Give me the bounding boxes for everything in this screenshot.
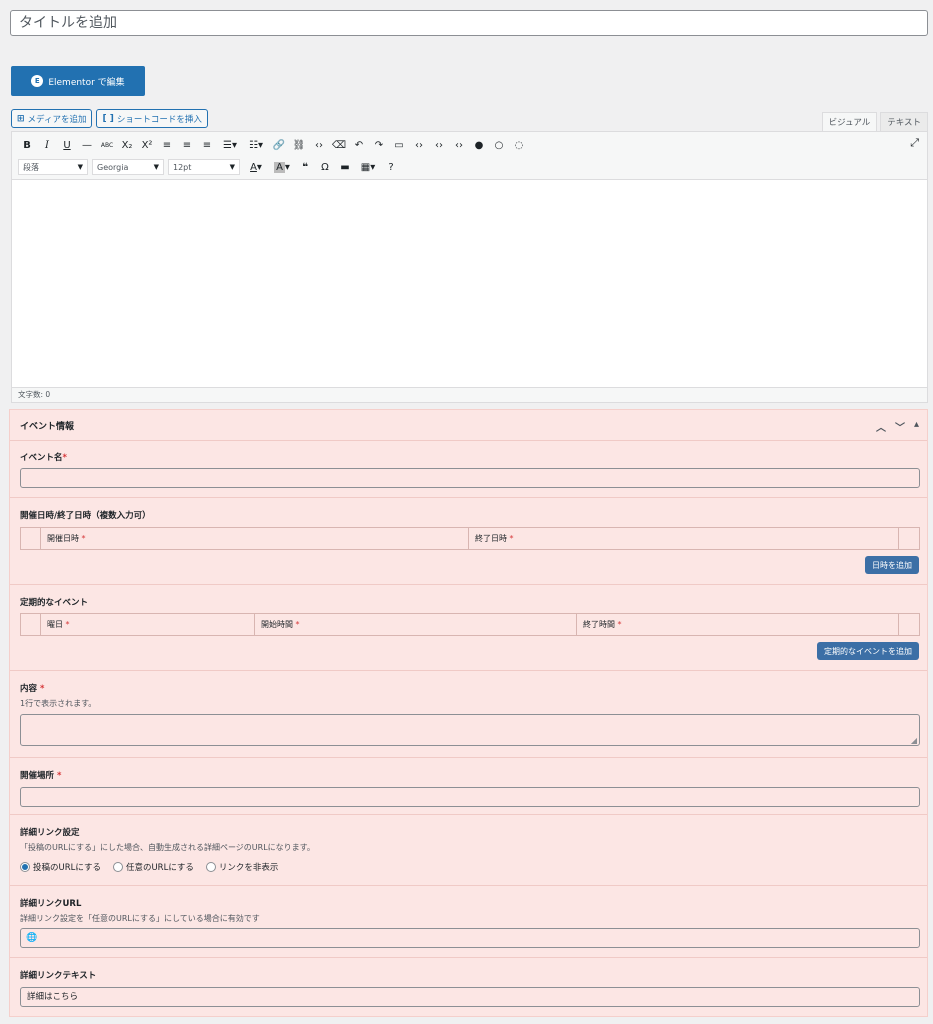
content-textarea[interactable]: ◢ (20, 714, 920, 746)
add-recurring-event-button[interactable]: 定期的なイベントを追加 (817, 642, 919, 660)
link-url-input[interactable]: 🌐 (20, 928, 920, 948)
word-count: 文字数: 0 (12, 387, 927, 402)
blockquote-icon[interactable]: ❝ (296, 157, 314, 177)
metabox-controls: ︿ ﹀ ▴ (876, 419, 919, 434)
text-color-icon[interactable]: A ▾ (244, 157, 268, 177)
font-size-select[interactable]: 12pt ▼ (168, 159, 240, 175)
font-family-select[interactable]: Georgia ▼ (92, 159, 164, 175)
classic-editor: B I U — ABC X₂ X² ≡ ≡ ≡ ☰▾ ☷▾ 🔗 ⛓ ‹› ⌫ ↶… (11, 131, 928, 403)
field-recurring-events: 定期的なイベント 曜日 * 開始時間 * 終了時間 * 定期的なイベントを追加 (10, 584, 927, 670)
help-icon[interactable]: ? (382, 157, 400, 177)
italic-icon[interactable]: I (38, 135, 56, 155)
metabox-title: イベント情報 (20, 421, 75, 432)
elementor-button-label: Elementor で編集 (48, 77, 125, 88)
superscript-icon[interactable]: X² (138, 135, 156, 155)
event-name-input[interactable] (20, 468, 920, 488)
undo-icon[interactable]: ↶ (350, 135, 368, 155)
format-select[interactable]: 段落 ▼ (18, 159, 88, 175)
phone-icon[interactable]: ● (470, 135, 488, 155)
table-icon[interactable]: ▦▾ (356, 157, 380, 177)
field-link-text: 詳細リンクテキスト 詳細はこちら (10, 957, 927, 1017)
comment-icon[interactable]: ○ (490, 135, 508, 155)
radio-hide-link[interactable]: リンクを非表示 (205, 861, 278, 873)
shortcode-icon: [ ] (102, 113, 114, 124)
event-info-metabox: イベント情報 ︿ ﹀ ▴ イベント名* 開催日時/終了日時（複数入力可） 開催日… (9, 409, 928, 1017)
add-media-button[interactable]: ⊞ メディアを追加 (11, 109, 93, 128)
editor-content-area[interactable] (12, 180, 927, 387)
elementor-logo-icon: E (31, 75, 44, 87)
editor-toolbar: B I U — ABC X₂ X² ≡ ≡ ≡ ☰▾ ☷▾ 🔗 ⛓ ‹› ⌫ ↶… (12, 132, 927, 180)
underline-icon[interactable]: U (58, 135, 76, 155)
align-right-icon[interactable]: ≡ (198, 135, 216, 155)
move-up-icon[interactable]: ︿ (876, 419, 886, 434)
metabox-header: イベント情報 ︿ ﹀ ▴ (10, 410, 927, 441)
link-text-input[interactable]: 詳細はこちら (20, 987, 920, 1007)
field-venue: 開催場所 * (10, 757, 927, 814)
special-character-icon[interactable]: Ω (316, 157, 334, 177)
recurring-events-table: 曜日 * 開始時間 * 終了時間 * (20, 613, 920, 636)
horizontal-line-icon[interactable]: — (78, 135, 96, 155)
tab-visual[interactable]: ビジュアル (821, 112, 878, 131)
unlink-icon[interactable]: ⛓ (290, 135, 308, 155)
toolbar-row-2: 段落 ▼ Georgia ▼ 12pt ▼ A ▾ A ▾ ❝ Ω ▬ ▦▾ ? (18, 157, 402, 177)
code-tag-2-icon[interactable]: ‹› (430, 135, 448, 155)
resize-handle-icon[interactable]: ◢ (911, 736, 917, 745)
redo-icon[interactable]: ↷ (370, 135, 388, 155)
editor-tabs: ビジュアル テキスト (819, 112, 928, 131)
media-icon: ⊞ (17, 113, 25, 124)
field-event-dates: 開催日時/終了日時（複数入力可） 開催日時 * 終了日時 * 日時を追加 (10, 497, 927, 584)
strikethrough-icon[interactable]: ABC (98, 135, 116, 155)
read-more-icon[interactable]: ▬ (336, 157, 354, 177)
link-setting-radios: 投稿のURLにする 任意のURLにする リンクを非表示 (20, 861, 917, 873)
chevron-down-icon: ▼ (229, 163, 235, 171)
link-icon[interactable]: 🔗 (270, 135, 288, 155)
align-left-icon[interactable]: ≡ (158, 135, 176, 155)
preview-icon[interactable]: ▭ (390, 135, 408, 155)
tab-text[interactable]: テキスト (880, 112, 928, 131)
embed-code-icon[interactable]: ‹› (450, 135, 468, 155)
toolbar-row-1: B I U — ABC X₂ X² ≡ ≡ ≡ ☰▾ ☷▾ 🔗 ⛓ ‹› ⌫ ↶… (18, 135, 530, 155)
field-link-setting: 詳細リンク設定 「投稿のURLにする」にした場合、自動生成される詳細ページのUR… (10, 814, 927, 885)
field-event-name: イベント名* (10, 441, 927, 497)
venue-input[interactable] (20, 787, 920, 807)
globe-icon: 🌐 (26, 933, 38, 943)
chat-icon[interactable]: ◌ (510, 135, 528, 155)
code-icon[interactable]: ‹› (310, 135, 328, 155)
background-color-icon[interactable]: A ▾ (270, 157, 294, 177)
align-center-icon[interactable]: ≡ (178, 135, 196, 155)
edit-with-elementor-button[interactable]: E Elementor で編集 (11, 66, 145, 96)
media-buttons: ⊞ メディアを追加 [ ] ショートコードを挿入 (11, 109, 208, 128)
radio-post-url[interactable]: 投稿のURLにする (20, 861, 101, 873)
post-title-input[interactable]: タイトルを追加 (10, 10, 928, 36)
numbered-list-icon[interactable]: ☷▾ (244, 135, 268, 155)
bullet-list-icon[interactable]: ☰▾ (218, 135, 242, 155)
radio-custom-url[interactable]: 任意のURLにする (112, 861, 194, 873)
field-link-url: 詳細リンクURL 詳細リンク設定を「任意のURLにする」にしている場合に有効です… (10, 885, 927, 957)
fullscreen-icon[interactable]: ⤢ (910, 136, 919, 150)
move-down-icon[interactable]: ﹀ (895, 419, 905, 434)
chevron-down-icon: ▼ (77, 163, 83, 171)
subscript-icon[interactable]: X₂ (118, 135, 136, 155)
eraser-icon[interactable]: ⌫ (330, 135, 348, 155)
insert-shortcode-button[interactable]: [ ] ショートコードを挿入 (96, 109, 208, 128)
bold-icon[interactable]: B (18, 135, 36, 155)
event-dates-table: 開催日時 * 終了日時 * (20, 527, 920, 550)
chevron-down-icon: ▼ (153, 163, 159, 171)
code-tag-icon[interactable]: ‹› (410, 135, 428, 155)
field-content: 内容 * 1行で表示されます。 ◢ (10, 670, 927, 757)
add-date-button[interactable]: 日時を追加 (865, 556, 919, 574)
collapse-icon[interactable]: ▴ (914, 419, 919, 434)
